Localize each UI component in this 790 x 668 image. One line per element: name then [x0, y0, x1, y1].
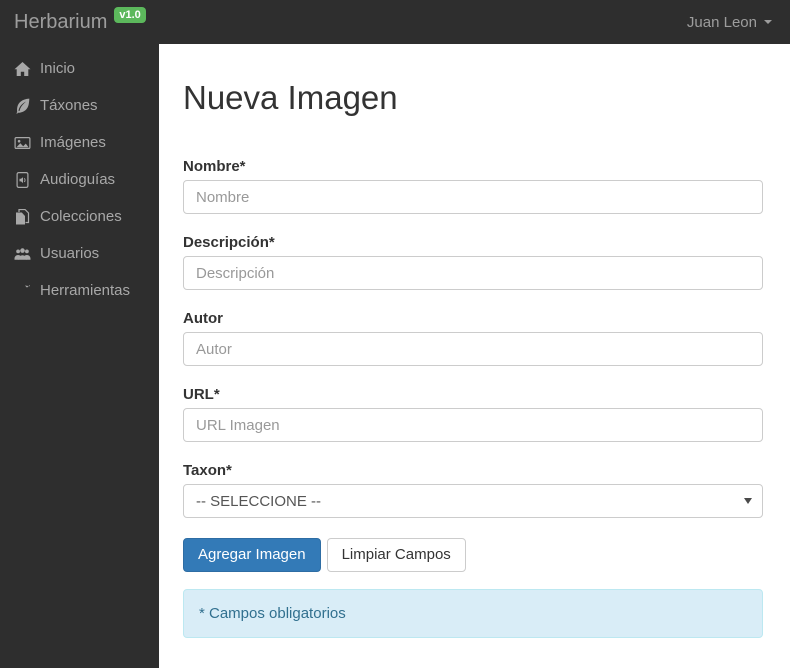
page-title: Nueva Imagen [183, 79, 398, 116]
brand-text: Herbarium [14, 11, 108, 33]
form-group-taxon: Taxon* -- SELECCIONE -- [183, 462, 763, 519]
sidebar-item-taxones[interactable]: Táxones [0, 87, 159, 124]
sidebar-item-label: Audioguías [40, 171, 116, 188]
autor-label: Autor [183, 310, 223, 328]
sidebar: Inicio Táxones Imágenes Audioguías Colec… [0, 44, 159, 668]
main-content: Nueva Imagen Nombre* Descripción* Autor … [159, 44, 790, 668]
sidebar-item-label: Usuarios [40, 245, 100, 262]
sidebar-item-label: Táxones [40, 97, 98, 114]
nombre-input[interactable] [183, 180, 763, 215]
form-group-nombre: Nombre* [183, 158, 763, 215]
taxon-label: Taxon* [183, 462, 232, 480]
limpiar-campos-button[interactable]: Limpiar Campos [326, 538, 466, 573]
url-input[interactable] [183, 408, 763, 443]
required-fields-text: * Campos obligatorios [199, 605, 346, 623]
sidebar-item-label: Colecciones [40, 208, 122, 225]
sidebar-item-inicio[interactable]: Inicio [0, 50, 159, 87]
url-label: URL* [183, 386, 220, 404]
form-group-autor: Autor [183, 310, 763, 367]
users-icon [14, 246, 31, 262]
button-row: Agregar Imagen Limpiar Campos [183, 538, 763, 573]
sidebar-item-audioguias[interactable]: Audioguías [0, 161, 159, 198]
taxon-select[interactable]: -- SELECCIONE -- [183, 484, 763, 519]
nueva-imagen-form: Nombre* Descripción* Autor URL* Taxon* -… [183, 158, 763, 639]
taxon-select-wrap: -- SELECCIONE -- [183, 484, 763, 519]
image-icon [14, 135, 31, 151]
leaf-icon [14, 98, 31, 114]
sidebar-item-colecciones[interactable]: Colecciones [0, 198, 159, 235]
wrench-icon [14, 283, 31, 299]
user-dropdown[interactable]: Juan Leon [687, 14, 772, 31]
caret-down-icon [764, 20, 772, 24]
descripcion-label: Descripción* [183, 234, 275, 252]
sidebar-item-label: Herramientas [40, 282, 131, 299]
descripcion-input[interactable] [183, 256, 763, 291]
sidebar-item-label: Inicio [40, 60, 76, 77]
user-name: Juan Leon [686, 13, 757, 31]
audio-file-icon [14, 171, 31, 188]
home-icon [14, 61, 31, 77]
version-badge: v1.0 [114, 7, 146, 23]
sidebar-item-herramientas[interactable]: Herramientas [0, 272, 159, 309]
required-fields-alert: * Campos obligatorios [183, 589, 763, 639]
autor-input[interactable] [183, 332, 763, 367]
sidebar-item-usuarios[interactable]: Usuarios [0, 235, 159, 272]
sidebar-item-imagenes[interactable]: Imágenes [0, 124, 159, 161]
brand-link[interactable]: Herbarium v1.0 [14, 7, 146, 34]
form-group-url: URL* [183, 386, 763, 443]
nombre-label: Nombre* [183, 158, 246, 176]
sidebar-item-label: Imágenes [40, 134, 106, 151]
top-navbar: Herbarium v1.0 Juan Leon [0, 0, 790, 44]
copy-icon [14, 208, 31, 225]
agregar-imagen-button[interactable]: Agregar Imagen [183, 538, 321, 573]
form-group-descripcion: Descripción* [183, 234, 763, 291]
